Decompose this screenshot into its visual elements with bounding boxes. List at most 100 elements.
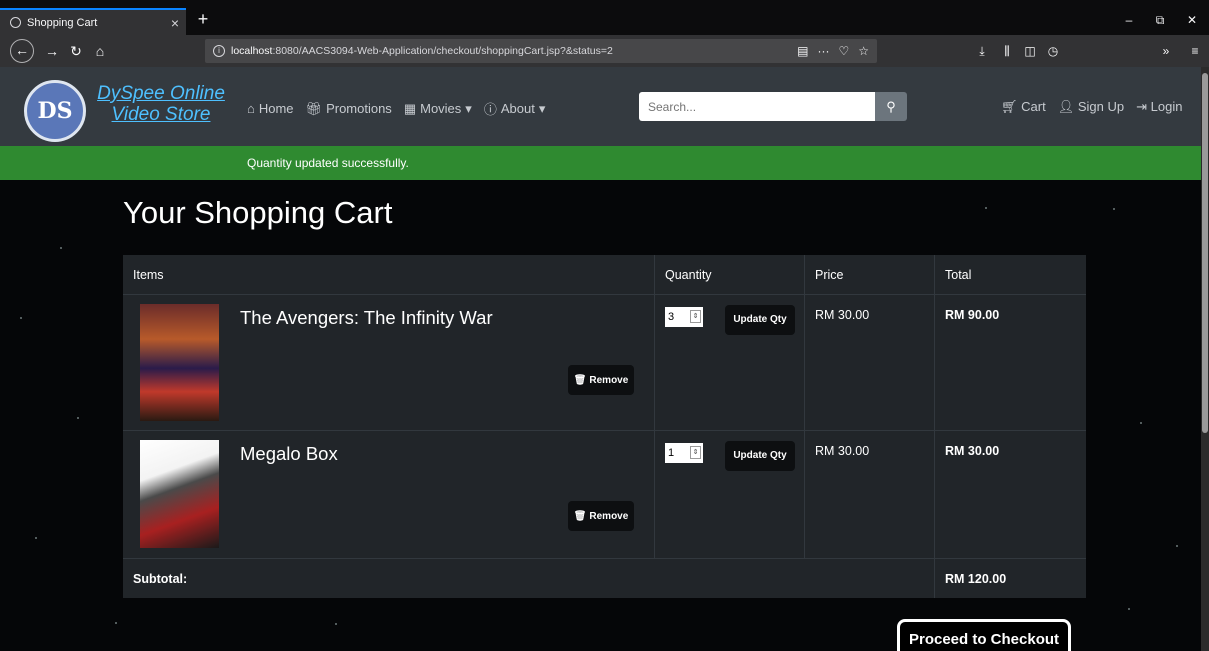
menu-icon[interactable]: ≡ — [1184, 39, 1206, 63]
spinner-icon[interactable]: ⇕ — [690, 310, 701, 323]
reader-view-icon[interactable]: ▤ — [797, 44, 808, 58]
page-viewport: DS DySpee Online Video Store ⌂ Home 🎁︎ Pro… — [0, 67, 1201, 651]
library-icon[interactable]: ⫼ — [996, 39, 1018, 63]
menu-signup-label: Sign Up — [1077, 99, 1125, 114]
home-icon: ⌂ — [247, 101, 255, 116]
brand-line-2: Video Store — [111, 104, 211, 125]
menu-cart[interactable]: 🛒︎ Cart — [1001, 99, 1046, 115]
cart-icon: 🛒︎ — [1001, 99, 1018, 114]
account-menu: 🛒︎ Cart 👤︎ Sign Up ⇥ Login — [1001, 99, 1182, 115]
menu-about-label: About — [500, 101, 535, 116]
menu-promotions-label: Promotions — [326, 101, 392, 116]
menu-home[interactable]: ⌂ Home — [247, 99, 294, 118]
reload-icon[interactable]: ↻ — [64, 39, 88, 63]
brand-line-1: DySpee Online — [97, 83, 225, 104]
search-input[interactable] — [639, 92, 875, 121]
subtotal-label: Subtotal: — [123, 559, 935, 598]
table-row: The Avengers: The Infinity War 🗑︎ Remove … — [123, 295, 1086, 431]
caret-down-icon: ▾ — [465, 100, 472, 116]
tab-shopping-cart[interactable]: Shopping Cart × — [0, 8, 186, 35]
quantity-value: 1 — [668, 447, 675, 459]
globe-icon — [10, 17, 21, 28]
trash-icon: 🗑︎ — [573, 510, 587, 522]
spinner-icon[interactable]: ⇕ — [690, 446, 701, 459]
quantity-value: 3 — [668, 311, 675, 323]
url-path: :8080/AACS3094-Web-Application/checkout/… — [272, 45, 613, 57]
brand-name[interactable]: DySpee Online Video Store — [96, 83, 226, 125]
total-cell: RM 30.00 — [935, 431, 1086, 558]
menu-signup[interactable]: 👤︎ Sign Up — [1058, 99, 1124, 115]
page-title: Your Shopping Cart — [123, 195, 393, 230]
menu-about[interactable]: ⓘ About ▾ — [484, 99, 546, 118]
bookmark-star-icon[interactable]: ☆ — [858, 44, 869, 58]
quantity-cell: 3 ⇕ Update Qty — [655, 295, 805, 430]
header-items: Items — [123, 255, 655, 294]
scrollbar-thumb[interactable] — [1202, 73, 1208, 433]
overflow-icon[interactable]: » — [1155, 39, 1177, 63]
menu-movies-label: Movies — [420, 101, 462, 116]
menu-login[interactable]: ⇥ Login — [1136, 99, 1182, 115]
update-qty-button[interactable]: Update Qty — [725, 441, 795, 471]
restore-button[interactable]: ⧉ — [1143, 8, 1177, 32]
movie-title[interactable]: Megalo Box — [240, 443, 338, 465]
address-bar[interactable]: i localhost :8080/AACS3094-Web-Applicati… — [205, 39, 877, 63]
movie-poster[interactable] — [140, 304, 219, 421]
remove-label: Remove — [589, 510, 629, 522]
quantity-cell: 1 ⇕ Update Qty — [655, 431, 805, 558]
info-circle-icon: ⓘ — [483, 102, 497, 117]
new-tab-button[interactable]: + — [192, 8, 214, 32]
back-icon[interactable]: ← — [10, 39, 34, 63]
menu-login-label: Login — [1150, 99, 1183, 114]
header-total: Total — [945, 268, 972, 282]
tab-title: Shopping Cart — [27, 16, 98, 29]
movie-title[interactable]: The Avengers: The Infinity War — [240, 307, 493, 329]
pocket-icon[interactable]: ♡ — [838, 44, 849, 58]
menu-promotions[interactable]: 🎁︎ Promotions — [306, 99, 392, 118]
price-cell: RM 30.00 — [805, 295, 935, 430]
quantity-stepper[interactable]: 1 ⇕ — [665, 443, 703, 463]
remove-label: Remove — [589, 374, 629, 386]
user-icon: 👤︎ — [1057, 99, 1075, 114]
sidebar-icon[interactable]: ◫ — [1019, 39, 1041, 63]
minimize-button[interactable]: – — [1112, 8, 1146, 32]
page-actions-icon[interactable]: ··· — [817, 44, 829, 58]
item-cell: Megalo Box 🗑︎ Remove — [123, 431, 655, 558]
home-icon[interactable]: ⌂ — [88, 39, 112, 63]
update-qty-button[interactable]: Update Qty — [725, 305, 795, 335]
caret-down-icon: ▾ — [538, 100, 546, 116]
scrollbar[interactable] — [1201, 67, 1209, 651]
gift-icon: 🎁︎ — [305, 100, 323, 116]
item-cell: The Avengers: The Infinity War 🗑︎ Remove — [123, 295, 655, 430]
movie-poster[interactable] — [140, 440, 219, 548]
film-icon: ▦ — [403, 100, 417, 116]
alert-message: Quantity updated successfully. — [247, 156, 409, 170]
price-value: RM 30.00 — [815, 308, 870, 322]
site-navbar: DS DySpee Online Video Store ⌂ Home 🎁︎ Pro… — [0, 67, 1201, 146]
history-icon[interactable]: ◷ — [1042, 39, 1064, 63]
browser-toolbar: ← → ↻ ⌂ i localhost :8080/AACS3094-Web-A… — [0, 35, 1209, 67]
remove-button[interactable]: 🗑︎ Remove — [568, 501, 634, 531]
price-value: RM 30.00 — [815, 444, 870, 458]
success-alert: Quantity updated successfully. — [0, 146, 1201, 180]
subtotal-value: RM 120.00 — [945, 572, 1007, 586]
total-cell: RM 90.00 — [935, 295, 1086, 430]
info-icon[interactable]: i — [213, 45, 225, 57]
sign-in-icon: ⇥ — [1136, 99, 1147, 114]
downloads-icon[interactable]: ⤓ — [971, 39, 993, 63]
close-window-button[interactable]: ✕ — [1175, 8, 1209, 32]
menu-cart-label: Cart — [1021, 99, 1046, 114]
forward-icon[interactable]: → — [40, 39, 64, 63]
quantity-stepper[interactable]: 3 ⇕ — [665, 307, 703, 327]
menu-movies[interactable]: ▦ Movies ▾ — [404, 99, 472, 118]
header-quantity: Quantity — [655, 255, 805, 294]
close-tab-icon[interactable]: × — [164, 15, 186, 31]
remove-button[interactable]: 🗑︎ Remove — [568, 365, 634, 395]
browser-window: Shopping Cart × + – ⧉ ✕ ← → ↻ ⌂ i localh… — [0, 0, 1209, 651]
header-price: Price — [805, 255, 935, 294]
proceed-to-checkout-button[interactable]: Proceed to Checkout — [897, 619, 1071, 651]
cart-table: Items Quantity Price Total The Avengers:… — [123, 255, 1086, 598]
search-button[interactable]: ⚲ — [875, 92, 907, 121]
trash-icon: 🗑︎ — [573, 374, 587, 386]
site-logo[interactable]: DS — [24, 80, 86, 142]
table-row: Megalo Box 🗑︎ Remove 1 ⇕ Update Qty RM 30.… — [123, 431, 1086, 559]
